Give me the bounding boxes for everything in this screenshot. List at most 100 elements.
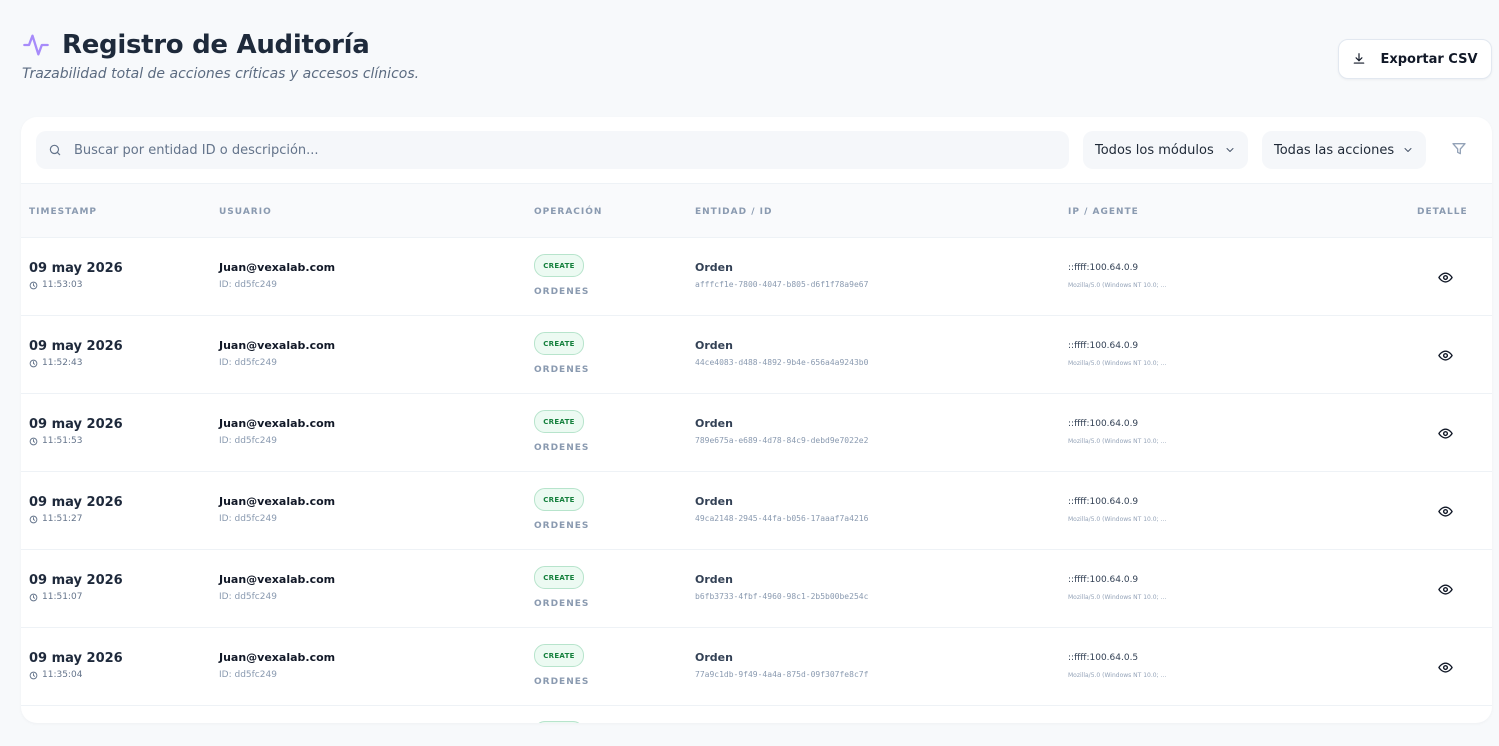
- row-user-id: ID: dd5fc249: [219, 358, 277, 368]
- module-filter-value: Todos los módulos: [1095, 142, 1214, 158]
- row-user-agent: Mozilla/5.0 (Windows NT 10.0; ...: [1068, 360, 1167, 367]
- row-user-id: ID: dd5fc249: [219, 592, 277, 602]
- row-entity-id: afffcf1e-7800-4047-b805-d6f1f78a9e67: [695, 280, 869, 289]
- chevron-down-icon: [1226, 148, 1234, 152]
- row-time-value: 11:53:03: [42, 280, 83, 290]
- row-date: 09 may 2026: [29, 417, 123, 432]
- clock-icon: [29, 437, 38, 445]
- operation-badge: CREATE: [534, 566, 584, 589]
- row-time: 11:35:04: [29, 670, 82, 680]
- row-time: 11:51:07: [29, 592, 82, 602]
- page-header: Registro de Auditoría Trazabilidad total…: [22, 30, 1492, 90]
- row-date: 09 may 2026: [29, 495, 123, 510]
- action-filter-select[interactable]: Todas las acciones: [1262, 131, 1426, 169]
- table-row[interactable]: 09 may 2026 11:51:27 Juan@vexalab.com ID…: [21, 472, 1492, 550]
- operation-badge: CREATE: [534, 488, 584, 511]
- row-date: 09 may 2026: [29, 651, 123, 666]
- operation-badge: CREATE: [534, 254, 584, 277]
- row-ip: ::ffff:100.64.0.5: [1068, 653, 1139, 663]
- row-ip: ::ffff:100.64.0.9: [1068, 419, 1139, 429]
- row-user-id: ID: dd5fc249: [219, 514, 277, 524]
- eye-icon[interactable]: [1438, 426, 1453, 441]
- filter-toolbar: Todos los módulos Todas las acciones: [21, 117, 1492, 183]
- row-user-id: ID: dd5fc249: [219, 436, 277, 446]
- row-time: 11:52:43: [29, 358, 82, 368]
- export-csv-label: Exportar CSV: [1380, 51, 1478, 67]
- row-entity-id: 789e675a-e689-4d78-84c9-debd9e7022e2: [695, 436, 869, 445]
- eye-icon[interactable]: [1438, 504, 1453, 519]
- row-entity-id: 44ce4083-d488-4892-9b4e-656a4a9243b0: [695, 358, 869, 367]
- row-time-value: 11:51:53: [42, 436, 83, 446]
- table-header: TIMESTAMP USUARIO OPERACIÓN ENTIDAD / ID…: [21, 183, 1492, 238]
- row-time: 11:53:03: [29, 280, 82, 290]
- clock-icon: [29, 515, 38, 523]
- row-user-email: Juan@vexalab.com: [219, 495, 336, 508]
- row-entity-id: 49ca2148-2945-44fa-b056-17aaaf7a4216: [695, 514, 869, 523]
- audit-log-card: Todos los módulos Todas las acciones TIM…: [21, 117, 1492, 723]
- row-time-value: 11:35:04: [42, 670, 83, 680]
- row-date: 09 may 2026: [29, 261, 123, 276]
- row-user-agent: Mozilla/5.0 (Windows NT 10.0; ...: [1068, 594, 1167, 601]
- table-row[interactable]: 09 may 2026 11:53:03 Juan@vexalab.com ID…: [21, 238, 1492, 316]
- row-user-email: Juan@vexalab.com: [219, 573, 336, 586]
- row-entity: Orden: [695, 573, 733, 586]
- row-entity-id: b6fb3733-4fbf-4960-98c1-2b5b00be254c: [695, 592, 869, 601]
- search-box[interactable]: [36, 131, 1069, 169]
- row-user-agent: Mozilla/5.0 (Windows NT 10.0; ...: [1068, 438, 1167, 445]
- row-entity: Orden: [695, 417, 733, 430]
- row-module: ORDENES: [534, 365, 590, 375]
- row-entity: Orden: [695, 261, 733, 274]
- eye-icon[interactable]: [1438, 660, 1453, 675]
- action-filter-value: Todas las acciones: [1274, 142, 1395, 158]
- page-title: Registro de Auditoría: [62, 30, 370, 60]
- title-row: Registro de Auditoría: [22, 30, 1492, 60]
- row-date: 09 may 2026: [29, 573, 123, 588]
- clock-icon: [29, 593, 38, 601]
- row-user-agent: Mozilla/5.0 (Windows NT 10.0; ...: [1068, 672, 1167, 679]
- column-detail[interactable]: DETALLE: [1417, 207, 1468, 217]
- row-entity: Orden: [695, 339, 733, 352]
- clock-icon: [29, 671, 38, 679]
- row-time: 11:51:27: [29, 514, 82, 524]
- row-module: ORDENES: [534, 677, 590, 687]
- chevron-down-icon: [1404, 148, 1412, 152]
- export-csv-button[interactable]: Exportar CSV: [1338, 39, 1492, 79]
- column-entity[interactable]: ENTIDAD / ID: [695, 207, 772, 217]
- clock-icon: [29, 359, 38, 367]
- operation-badge: CREATE: [534, 332, 584, 355]
- row-time-value: 11:51:27: [42, 514, 83, 524]
- row-user-email: Juan@vexalab.com: [219, 339, 336, 352]
- row-ip: ::ffff:100.64.0.9: [1068, 497, 1139, 507]
- column-ip[interactable]: IP / AGENTE: [1068, 207, 1139, 217]
- table-row[interactable]: 09 may 2026 11:51:53 Juan@vexalab.com ID…: [21, 394, 1492, 472]
- table-row-partial[interactable]: [21, 706, 1492, 723]
- row-user-email: Juan@vexalab.com: [219, 261, 336, 274]
- row-module: ORDENES: [534, 521, 590, 531]
- search-input[interactable]: [72, 141, 976, 159]
- table-row[interactable]: 09 may 2026 11:51:07 Juan@vexalab.com ID…: [21, 550, 1492, 628]
- column-user[interactable]: USUARIO: [219, 207, 272, 217]
- eye-icon[interactable]: [1438, 270, 1453, 285]
- eye-icon[interactable]: [1438, 582, 1453, 597]
- operation-badge: [534, 721, 584, 723]
- row-ip: ::ffff:100.64.0.9: [1068, 575, 1139, 585]
- search-icon: [49, 144, 61, 156]
- clock-icon: [29, 281, 38, 289]
- eye-icon[interactable]: [1438, 348, 1453, 363]
- row-user-id: ID: dd5fc249: [219, 280, 277, 290]
- row-ip: ::ffff:100.64.0.9: [1068, 341, 1139, 351]
- row-time-value: 11:51:07: [42, 592, 83, 602]
- filter-icon[interactable]: [1451, 141, 1467, 157]
- table-row[interactable]: 09 may 2026 11:52:43 Juan@vexalab.com ID…: [21, 316, 1492, 394]
- row-time-value: 11:52:43: [42, 358, 83, 368]
- operation-badge: CREATE: [534, 644, 584, 667]
- row-ip: ::ffff:100.64.0.9: [1068, 263, 1139, 273]
- column-timestamp[interactable]: TIMESTAMP: [29, 207, 97, 217]
- page-subtitle: Trazabilidad total de acciones críticas …: [22, 66, 420, 82]
- row-time: 11:51:53: [29, 436, 82, 446]
- row-module: ORDENES: [534, 287, 590, 297]
- column-operation[interactable]: OPERACIÓN: [534, 207, 602, 217]
- module-filter-select[interactable]: Todos los módulos: [1083, 131, 1248, 169]
- table-row[interactable]: 09 may 2026 11:35:04 Juan@vexalab.com ID…: [21, 628, 1492, 706]
- row-entity-id: 77a9c1db-9f49-4a4a-875d-09f307fe8c7f: [695, 670, 869, 679]
